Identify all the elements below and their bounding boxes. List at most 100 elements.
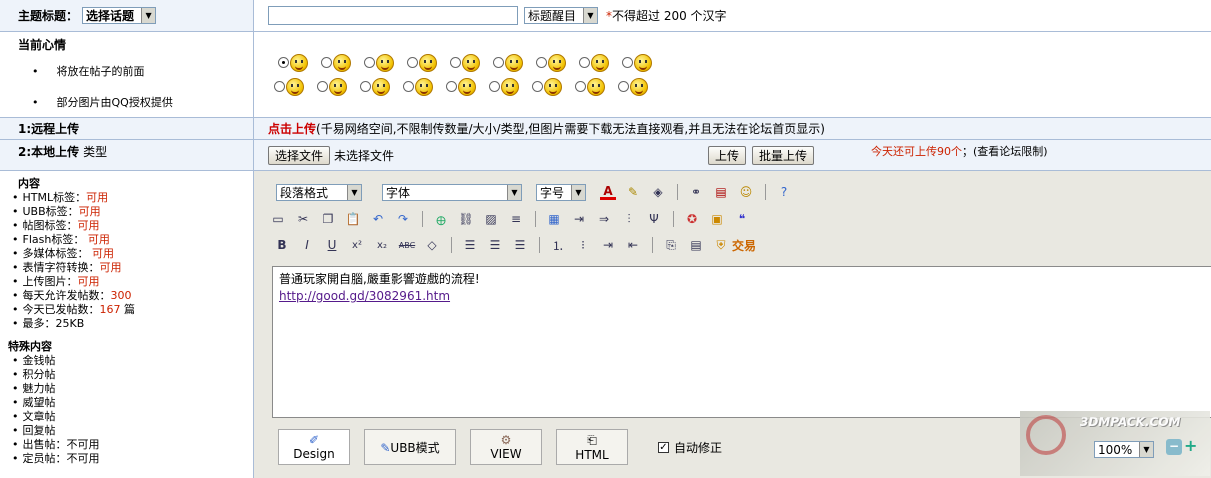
- mood-radio[interactable]: [360, 81, 371, 92]
- mood-radio[interactable]: [450, 57, 461, 68]
- insert-page-icon[interactable]: ⎘: [663, 237, 679, 253]
- font-size-select[interactable]: 字号 ▼: [536, 183, 586, 201]
- mood-option[interactable]: [489, 77, 519, 96]
- mood-radio[interactable]: [364, 57, 375, 68]
- mood-option[interactable]: [579, 53, 609, 72]
- superscript-icon[interactable]: x²: [349, 237, 365, 253]
- batch-upload-button[interactable]: 批量上传: [752, 145, 815, 165]
- design-mode-button[interactable]: ✐ Design: [278, 429, 350, 465]
- zoom-in-icon[interactable]: +: [1184, 436, 1197, 455]
- mood-radio[interactable]: [532, 81, 543, 92]
- zoom-select[interactable]: 100% ▼: [1094, 441, 1154, 458]
- mood-radio[interactable]: [321, 57, 332, 68]
- mood-option[interactable]: [360, 77, 390, 96]
- cube-icon[interactable]: ◈: [650, 184, 666, 200]
- auto-fix-checkbox[interactable]: ✓: [658, 441, 669, 453]
- mood-option[interactable]: [622, 53, 652, 72]
- remote-upload-link[interactable]: 点击上传: [268, 120, 316, 137]
- template-icon[interactable]: ▤: [688, 237, 704, 253]
- mood-radio[interactable]: [489, 81, 500, 92]
- align-right-icon[interactable]: ☰: [512, 237, 528, 253]
- horizontal-rule-icon[interactable]: ≡: [508, 211, 524, 227]
- insert-link-icon[interactable]: 🜨: [433, 211, 449, 228]
- redo-icon[interactable]: ↷: [395, 211, 411, 227]
- editor-link[interactable]: http://good.gd/3082961.htm: [279, 288, 1210, 305]
- zoom-out-icon[interactable]: −: [1166, 439, 1182, 455]
- mood-radio[interactable]: [579, 57, 590, 68]
- align-left-icon[interactable]: ☰: [462, 237, 478, 253]
- mood-radio[interactable]: [536, 57, 547, 68]
- mood-radio[interactable]: [407, 57, 418, 68]
- undo-icon[interactable]: ↶: [370, 211, 386, 227]
- editor-content-area[interactable]: 普通玩家開自腦,嚴重影響遊戲的流程! http://good.gd/308296…: [272, 266, 1211, 418]
- mood-option[interactable]: [278, 53, 308, 72]
- paste-icon[interactable]: 📋: [345, 211, 361, 227]
- spell-check-icon[interactable]: ▤: [713, 184, 729, 200]
- trade-label[interactable]: 交易: [732, 237, 756, 254]
- mood-option[interactable]: [450, 53, 480, 72]
- ordered-list-icon[interactable]: ⒈: [550, 237, 566, 253]
- eraser-icon[interactable]: ◇: [424, 237, 440, 253]
- mood-radio[interactable]: [278, 57, 289, 68]
- insert-row-icon[interactable]: ⇥: [571, 211, 587, 227]
- ubb-mode-button[interactable]: ✎UBB模式: [364, 429, 456, 465]
- unordered-list-icon[interactable]: ⁝: [575, 237, 591, 253]
- mood-option[interactable]: [446, 77, 476, 96]
- highlight-select[interactable]: 标题醒目 ▼: [524, 7, 598, 24]
- mood-option[interactable]: [321, 53, 351, 72]
- copy-icon[interactable]: ❐: [320, 211, 336, 227]
- bold-icon[interactable]: B: [274, 237, 290, 253]
- mood-option[interactable]: [575, 77, 605, 96]
- mood-radio[interactable]: [493, 57, 504, 68]
- insert-column-icon[interactable]: ⇒: [596, 211, 612, 227]
- mood-radio[interactable]: [274, 81, 285, 92]
- title-input[interactable]: [268, 6, 518, 25]
- upload-button[interactable]: 上传: [708, 145, 747, 165]
- insert-image-icon[interactable]: ▨: [483, 211, 499, 227]
- cut-icon[interactable]: ✂: [295, 211, 311, 227]
- merge-cell-icon[interactable]: Ψ: [646, 211, 662, 227]
- emoticon-icon[interactable]: ☺: [738, 184, 754, 200]
- paragraph-format-select[interactable]: 段落格式 ▼: [276, 183, 362, 201]
- mood-option[interactable]: [403, 77, 433, 96]
- trade-shield-icon[interactable]: ⛨: [713, 237, 729, 253]
- mood-option[interactable]: [364, 53, 394, 72]
- mood-option[interactable]: [317, 77, 347, 96]
- new-document-icon[interactable]: ▭: [270, 211, 286, 227]
- topic-select[interactable]: 选择话题 ▼: [82, 7, 157, 24]
- mood-radio[interactable]: [622, 57, 633, 68]
- help-icon[interactable]: ?: [776, 184, 792, 200]
- unlink-icon[interactable]: ⛓: [458, 211, 474, 227]
- subscript-icon[interactable]: x₂: [374, 237, 390, 253]
- mood-option[interactable]: [274, 77, 304, 96]
- quote-icon[interactable]: ❝: [734, 211, 750, 227]
- insert-table-icon[interactable]: ▦: [546, 211, 562, 227]
- mood-option[interactable]: [618, 77, 648, 96]
- mood-radio[interactable]: [403, 81, 414, 92]
- indent-icon[interactable]: ⇥: [600, 237, 616, 253]
- italic-icon[interactable]: I: [299, 237, 315, 253]
- outdent-icon[interactable]: ⇤: [625, 237, 641, 253]
- highlight-icon[interactable]: ✎: [625, 184, 641, 200]
- mood-option[interactable]: [407, 53, 437, 72]
- view-mode-button[interactable]: ⚙ VIEW: [470, 429, 542, 465]
- font-color-icon[interactable]: A: [600, 184, 616, 200]
- flash-icon[interactable]: ▣: [709, 211, 725, 227]
- media-icon[interactable]: ✪: [684, 211, 700, 227]
- mood-option[interactable]: [536, 53, 566, 72]
- mood-option[interactable]: [532, 77, 562, 96]
- align-center-icon[interactable]: ☰: [487, 237, 503, 253]
- font-select[interactable]: 字体 ▼: [382, 183, 522, 201]
- split-cell-icon[interactable]: ⫶: [621, 211, 637, 227]
- mood-option[interactable]: [493, 53, 523, 72]
- mood-radio[interactable]: [317, 81, 328, 92]
- binoculars-icon[interactable]: ⚭: [688, 184, 704, 200]
- underline-icon[interactable]: U: [324, 237, 340, 253]
- mood-radio[interactable]: [446, 81, 457, 92]
- strikethrough-icon[interactable]: ABC: [399, 237, 415, 253]
- html-mode-button[interactable]: ⎗ HTML: [556, 429, 628, 465]
- remote-upload-label: 1:远程上传: [0, 118, 254, 139]
- mood-radio[interactable]: [575, 81, 586, 92]
- choose-file-button[interactable]: 选择文件: [268, 145, 331, 165]
- mood-radio[interactable]: [618, 81, 629, 92]
